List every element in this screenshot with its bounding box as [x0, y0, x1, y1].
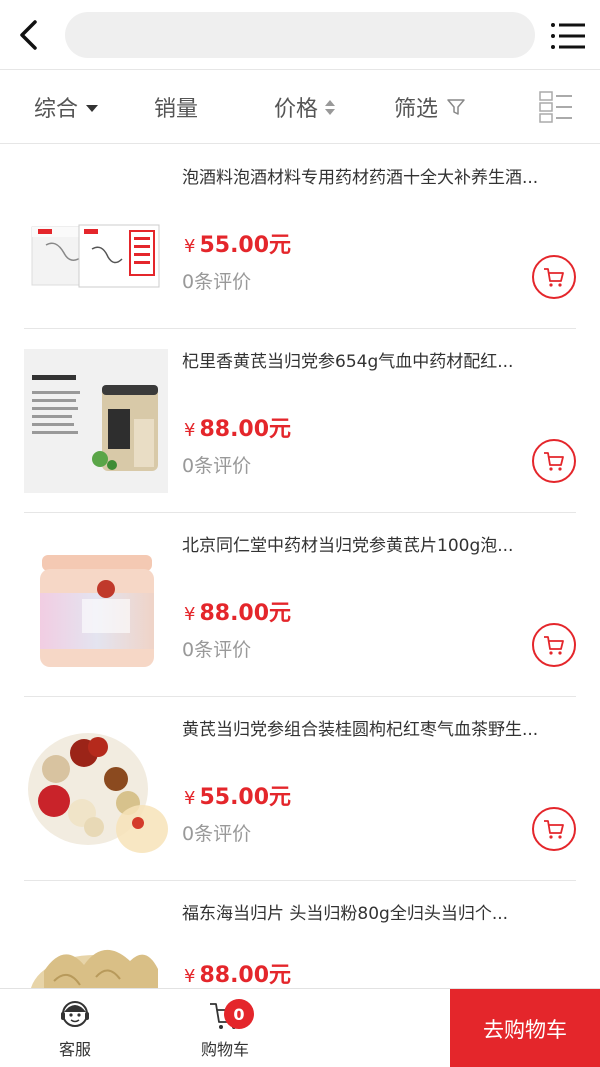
price-value: 88.00元 — [199, 601, 292, 626]
chevron-left-icon — [20, 20, 37, 50]
cart-icon — [544, 452, 564, 471]
go-to-cart-button[interactable]: 去购物车 — [450, 989, 600, 1067]
bottom-bar: 客服 购物车 0 去购物车 — [0, 988, 600, 1067]
menu-button[interactable] — [548, 18, 588, 54]
product-price: ¥88.00元 — [184, 595, 291, 627]
sort-filter[interactable]: 筛选 — [394, 70, 466, 144]
sort-comprehensive-label: 综合 — [34, 97, 79, 122]
sort-filter-label: 筛选 — [394, 97, 439, 122]
sort-price-label: 价格 — [274, 97, 319, 122]
customer-service-label: 客服 — [58, 1040, 91, 1059]
product-name[interactable]: 北京同仁堂中药材当归党参黄芪片100g泡... — [182, 533, 554, 560]
product-reviews: 0条评价 — [182, 455, 252, 477]
product-reviews: 0条评价 — [182, 639, 252, 661]
customer-service-button[interactable]: 客服 — [40, 989, 110, 1067]
product-name[interactable]: 杞里香黄芪当归党参654g气血中药材配红... — [182, 349, 554, 376]
product-name[interactable]: 福东海当归片 头当归粉80g全归头当归个... — [182, 901, 554, 928]
sort-sales[interactable]: 销量 — [154, 70, 198, 144]
cart-nav-label: 购物车 — [200, 1040, 249, 1059]
cart-icon — [544, 268, 564, 287]
product-price: ¥88.00元 — [184, 411, 291, 443]
sort-updown-icon — [325, 99, 336, 115]
search-input[interactable] — [65, 12, 535, 58]
cart-icon — [544, 636, 564, 655]
caret-down-icon — [86, 104, 99, 112]
price-value: 55.00元 — [199, 233, 292, 258]
add-to-cart-button[interactable] — [532, 439, 576, 483]
product-box-image[interactable] — [24, 165, 168, 309]
product-jars-image[interactable] — [24, 349, 168, 493]
cart-icon — [544, 820, 564, 839]
sort-bar: 综合 销量 价格 筛选 — [0, 70, 600, 144]
top-bar — [0, 0, 600, 70]
price-value: 55.00元 — [199, 785, 292, 810]
sort-price[interactable]: 价格 — [274, 70, 336, 144]
product-name[interactable]: 泡酒料泡酒材料专用药材药酒十全大补养生酒... — [182, 165, 554, 192]
product-price: ¥55.00元 — [184, 779, 291, 811]
back-button[interactable] — [10, 14, 46, 56]
product-price: ¥55.00元 — [184, 227, 291, 259]
product-herb-platter-image[interactable] — [24, 717, 168, 861]
product-item[interactable]: 杞里香黄芪当归党参654g气血中药材配红... ¥88.00元 0条评价 — [0, 329, 600, 513]
view-toggle-button[interactable] — [538, 90, 574, 124]
price-currency: ¥ — [184, 604, 196, 625]
cart-count-badge: 0 — [224, 999, 254, 1029]
price-value: 88.00元 — [199, 417, 292, 442]
filter-funnel-icon — [447, 99, 465, 115]
product-canister-image[interactable] — [24, 533, 168, 677]
list-menu-icon — [551, 23, 585, 49]
add-to-cart-button[interactable] — [532, 807, 576, 851]
product-price: ¥88.00元 — [184, 957, 291, 989]
grid-list-toggle-icon — [539, 91, 572, 123]
product-reviews: 0条评价 — [182, 271, 252, 293]
add-to-cart-button[interactable] — [532, 623, 576, 667]
price-currency: ¥ — [184, 966, 196, 987]
price-currency: ¥ — [184, 236, 196, 257]
product-item[interactable]: 泡酒料泡酒材料专用药材药酒十全大补养生酒... ¥55.00元 0条评价 — [0, 145, 600, 329]
sort-sales-label: 销量 — [154, 97, 199, 122]
product-reviews: 0条评价 — [182, 823, 252, 845]
cart-nav-button[interactable]: 购物车 0 — [190, 989, 260, 1067]
product-name[interactable]: 黄芪当归党参组合装桂圆枸杞红枣气血茶野生... — [182, 717, 554, 744]
product-item[interactable]: 北京同仁堂中药材当归党参黄芪片100g泡... ¥88.00元 0条评价 — [0, 513, 600, 697]
add-to-cart-button[interactable] — [532, 255, 576, 299]
price-value: 88.00元 — [199, 963, 292, 988]
price-currency: ¥ — [184, 788, 196, 809]
price-currency: ¥ — [184, 420, 196, 441]
customer-service-icon — [61, 1001, 89, 1027]
product-list: 泡酒料泡酒材料专用药材药酒十全大补养生酒... ¥55.00元 0条评价 杞里香… — [0, 145, 600, 1065]
product-item[interactable]: 黄芪当归党参组合装桂圆枸杞红枣气血茶野生... ¥55.00元 0条评价 — [0, 697, 600, 881]
sort-comprehensive[interactable]: 综合 — [34, 70, 99, 144]
